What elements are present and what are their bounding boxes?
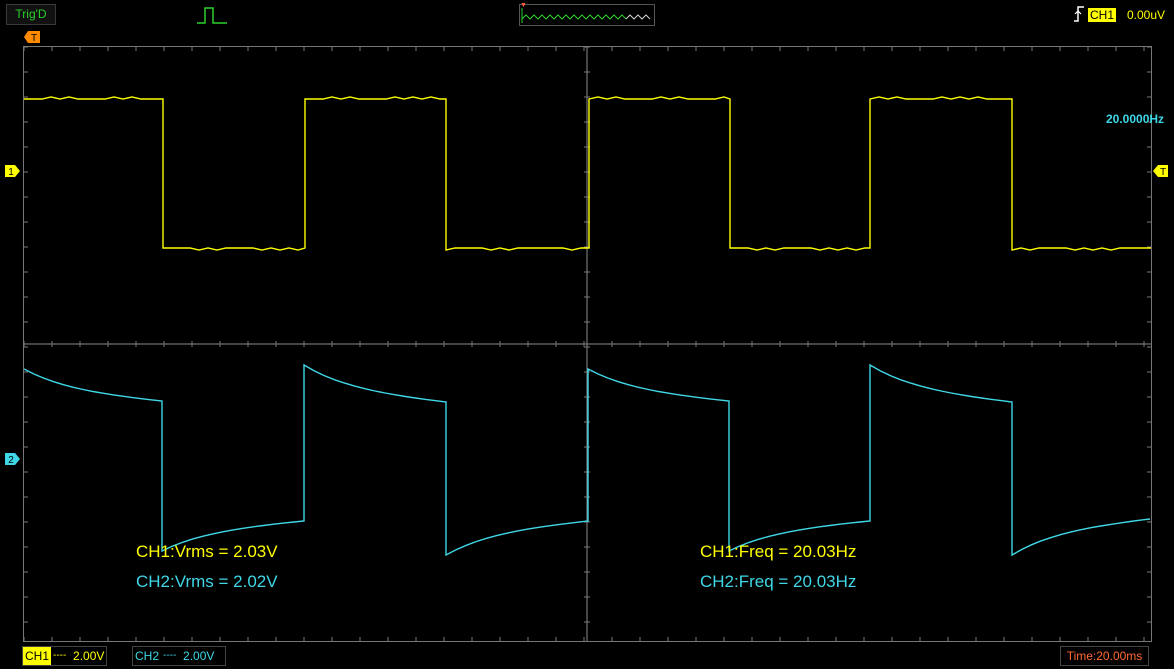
- ch1-scale-box[interactable]: CH1 ---- 2.00V: [22, 646, 107, 666]
- ch2-dc-coupling-icon: ----: [163, 650, 177, 661]
- bottom-status-bar: CH1 ---- 2.00V CH2 ---- 2.00V: [0, 644, 1174, 669]
- trigger-position-label: T: [31, 33, 37, 43]
- ch1-freq-measurement: CH1:Freq = 20.03Hz: [700, 542, 857, 561]
- ch1-offset-label: 1: [8, 167, 14, 177]
- ch1-vrms-measurement: CH1:Vrms = 2.03V: [136, 542, 278, 561]
- waveform-display[interactable]: 20.0000Hz CH1:Vrms = 2.03V CH2:Vrms = 2.…: [23, 46, 1164, 642]
- timeline-waveform: [521, 8, 651, 23]
- top-status-bar: Trig'D ▼ CH1 0.00uV: [0, 0, 1174, 28]
- trigger-position-marker[interactable]: T: [24, 31, 40, 43]
- ch2-freq-measurement: CH2:Freq = 20.03Hz: [700, 572, 857, 591]
- frequency-counter-readout: 20.0000Hz: [1106, 112, 1165, 126]
- rising-edge-icon[interactable]: [1072, 5, 1086, 23]
- ch1-label: CH1: [23, 647, 52, 665]
- ch1-offset-marker[interactable]: 1: [5, 165, 20, 177]
- ch2-label: CH2: [135, 649, 160, 663]
- trigger-level-marker[interactable]: T: [1153, 165, 1168, 177]
- ch2-offset-label: 2: [8, 455, 14, 465]
- ch2-volts-per-div: 2.00V: [183, 649, 215, 663]
- ch1-volts-per-div: 2.00V: [73, 649, 105, 663]
- timeline-trigger-marker: ▼: [520, 2, 527, 9]
- ch1-waveform: [24, 96, 1151, 251]
- trigger-level-value: 0.00uV: [1127, 8, 1166, 22]
- oscilloscope-window: Trig'D ▼ CH1 0.00uV T 1 2 T 20.0000Hz CH…: [0, 0, 1174, 669]
- memory-timeline[interactable]: [519, 4, 655, 26]
- ch2-offset-marker[interactable]: 2: [5, 453, 20, 465]
- ch2-waveform: [24, 363, 1151, 557]
- timebase-box[interactable]: Time:20.00ms: [1060, 646, 1149, 666]
- ch2-scale-box[interactable]: CH2 ---- 2.00V: [132, 646, 226, 666]
- trigger-level-marker-label: T: [1160, 167, 1166, 177]
- trigger-source-badge[interactable]: CH1: [1088, 8, 1116, 22]
- ch1-dc-coupling-icon: ----: [53, 650, 67, 661]
- rising-pulse-icon[interactable]: [196, 5, 228, 25]
- ch2-vrms-measurement: CH2:Vrms = 2.02V: [136, 572, 278, 591]
- trigger-status-badge[interactable]: Trig'D: [6, 4, 56, 25]
